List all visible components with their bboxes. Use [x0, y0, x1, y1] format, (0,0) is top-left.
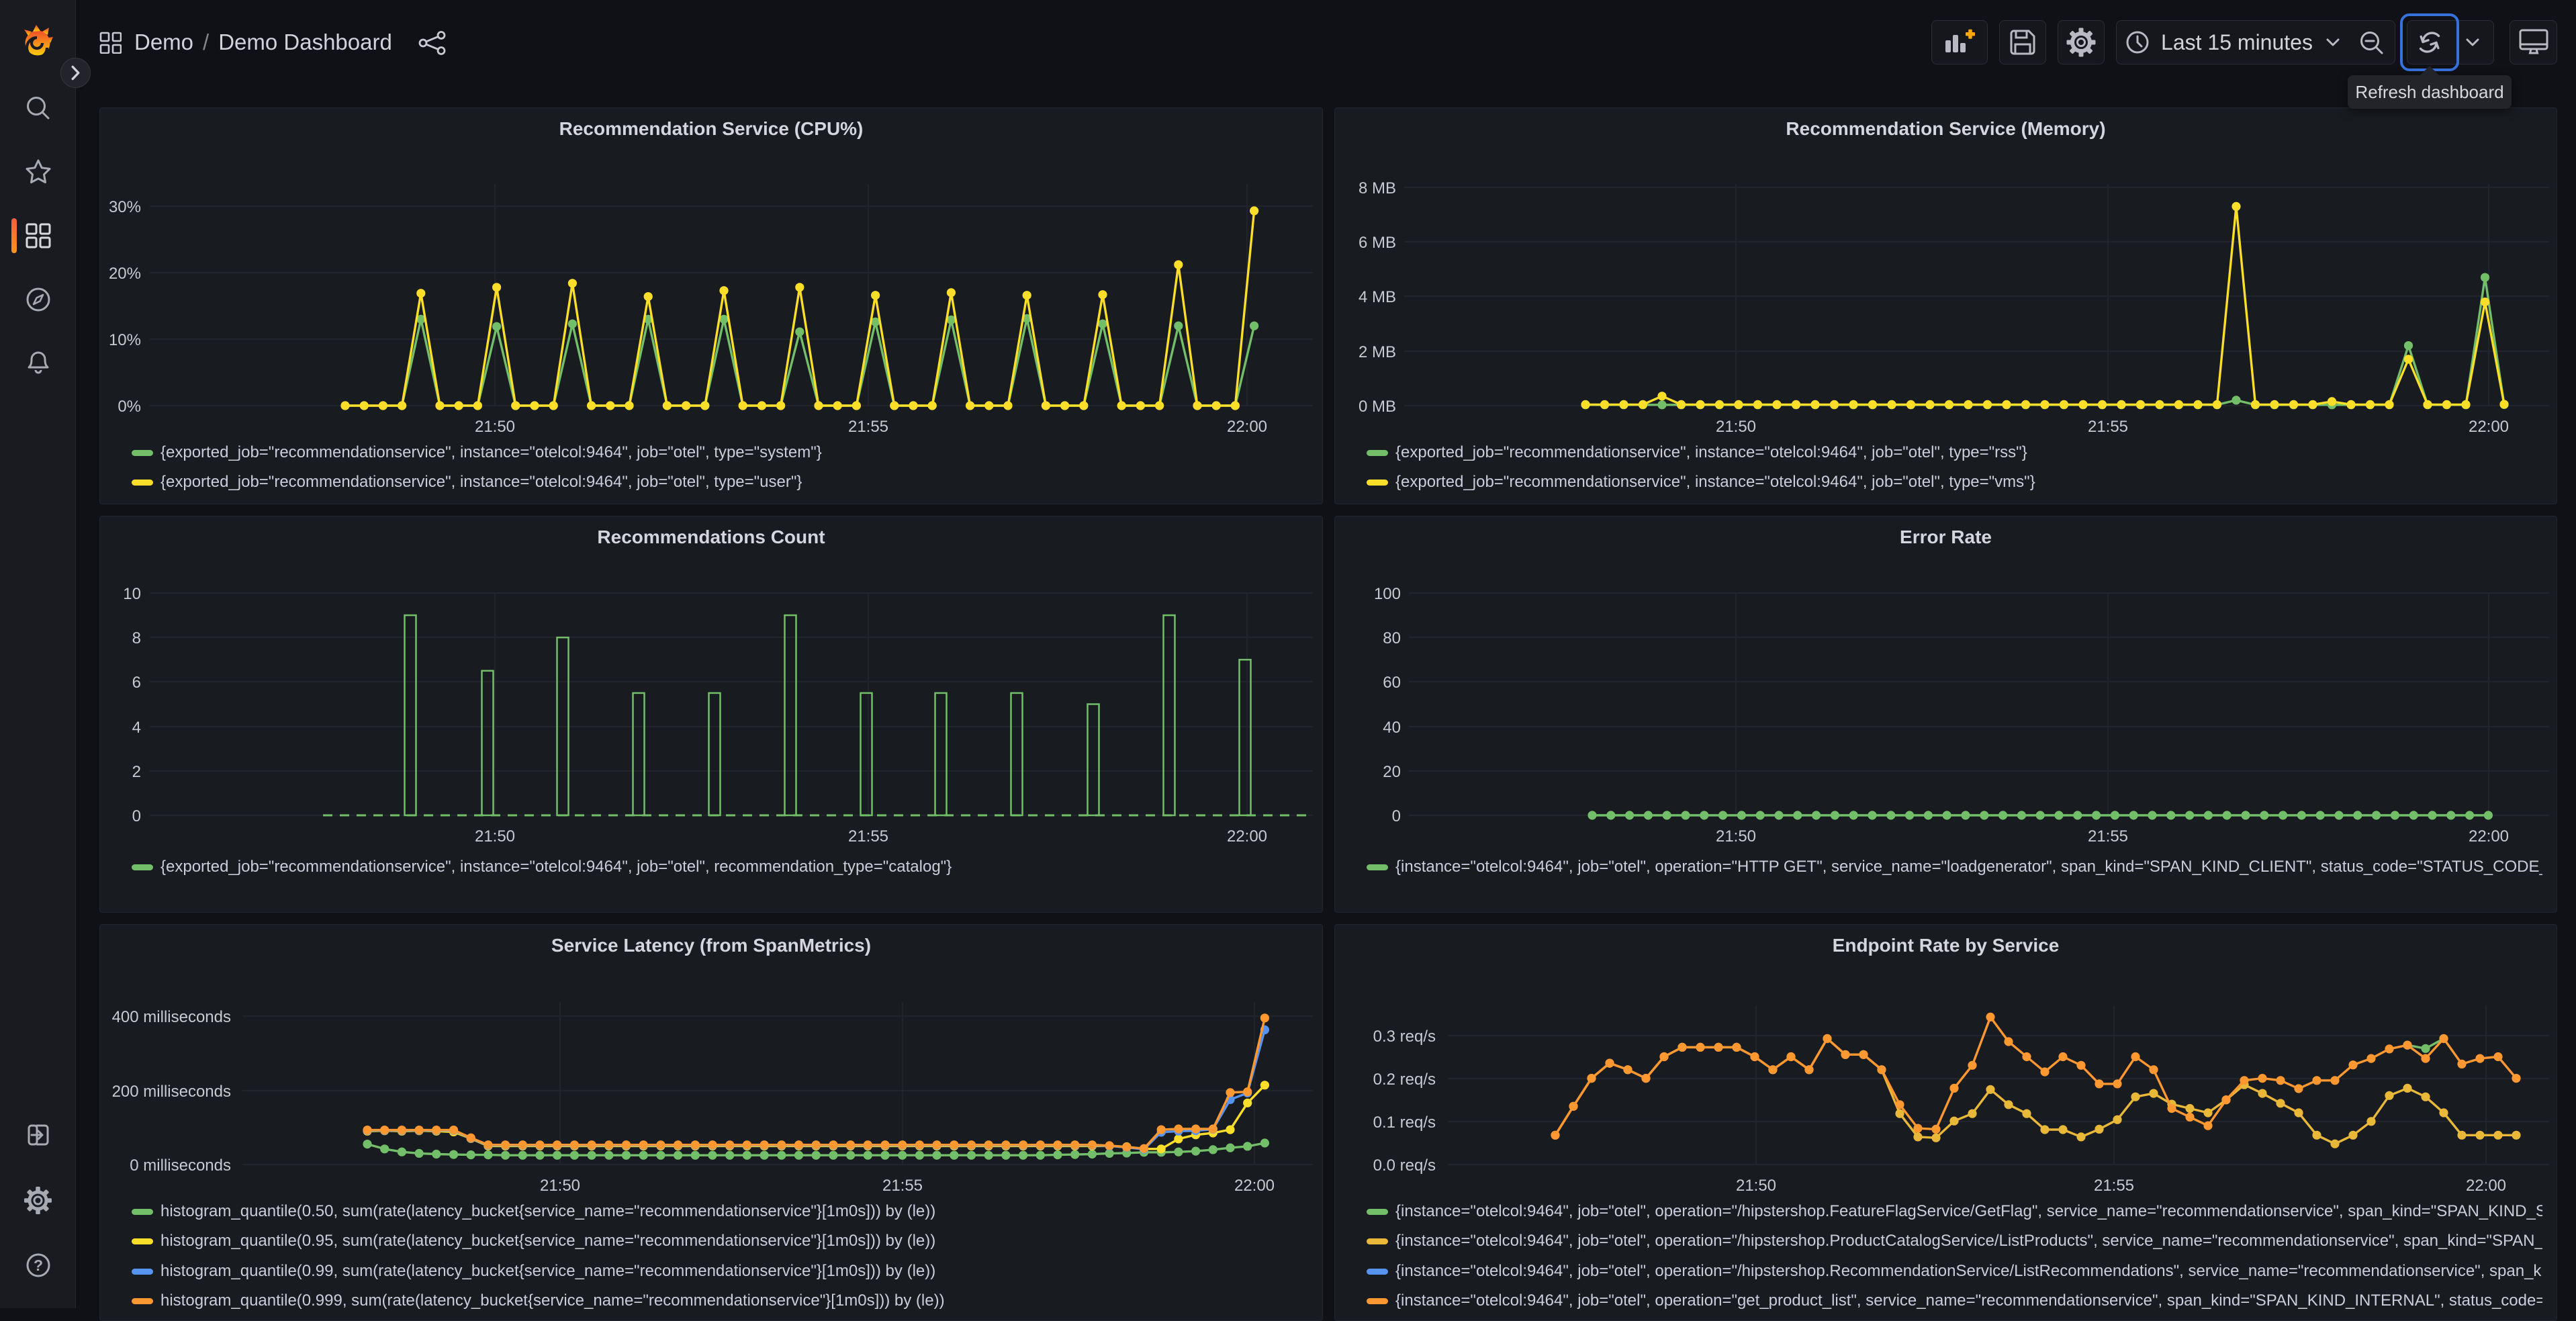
svg-text:21:55: 21:55 — [2088, 418, 2128, 436]
svg-text:22:00: 22:00 — [1234, 1177, 1275, 1195]
svg-text:22:00: 22:00 — [2469, 827, 2509, 846]
svg-text:10%: 10% — [109, 331, 141, 349]
svg-text:8: 8 — [132, 629, 141, 647]
svg-text:22:00: 22:00 — [1227, 418, 1267, 436]
svg-text:8 MB: 8 MB — [1359, 179, 1396, 197]
svg-text:21:55: 21:55 — [2094, 1177, 2134, 1195]
svg-text:4: 4 — [132, 719, 141, 737]
svg-text:100: 100 — [1374, 585, 1401, 603]
svg-text:21:55: 21:55 — [848, 418, 888, 436]
svg-text:30%: 30% — [109, 198, 141, 216]
svg-text:6: 6 — [132, 674, 141, 692]
svg-text:40: 40 — [1383, 719, 1401, 737]
svg-text:0%: 0% — [118, 398, 141, 416]
svg-text:21:50: 21:50 — [475, 827, 515, 846]
svg-text:21:55: 21:55 — [2088, 827, 2128, 846]
svg-text:0.0 req/s: 0.0 req/s — [1373, 1156, 1436, 1175]
svg-text:60: 60 — [1383, 674, 1401, 692]
svg-text:0: 0 — [132, 807, 141, 825]
svg-text:21:50: 21:50 — [1716, 418, 1756, 436]
svg-text:0.1 req/s: 0.1 req/s — [1373, 1113, 1436, 1132]
svg-text:6 MB: 6 MB — [1359, 234, 1396, 252]
svg-text:21:50: 21:50 — [475, 418, 515, 436]
svg-text:0 MB: 0 MB — [1359, 398, 1396, 416]
svg-text:2: 2 — [132, 763, 141, 781]
svg-text:10: 10 — [123, 585, 141, 603]
svg-text:0 milliseconds: 0 milliseconds — [130, 1156, 231, 1175]
svg-text:21:50: 21:50 — [1716, 827, 1756, 846]
svg-text:200 milliseconds: 200 milliseconds — [112, 1083, 231, 1101]
svg-text:?: ? — [33, 1257, 42, 1274]
svg-text:22:00: 22:00 — [1227, 827, 1267, 846]
svg-text:22:00: 22:00 — [2469, 418, 2509, 436]
svg-text:80: 80 — [1383, 629, 1401, 647]
svg-text:4 MB: 4 MB — [1359, 288, 1396, 306]
svg-text:0.3 req/s: 0.3 req/s — [1373, 1028, 1436, 1046]
svg-text:0.2 req/s: 0.2 req/s — [1373, 1071, 1436, 1089]
svg-text:400 milliseconds: 400 milliseconds — [112, 1008, 231, 1026]
svg-text:21:50: 21:50 — [540, 1177, 580, 1195]
svg-text:20%: 20% — [109, 265, 141, 283]
svg-text:21:55: 21:55 — [882, 1177, 923, 1195]
svg-text:21:50: 21:50 — [1736, 1177, 1776, 1195]
svg-text:22:00: 22:00 — [2466, 1177, 2506, 1195]
svg-text:20: 20 — [1383, 763, 1401, 781]
svg-text:2 MB: 2 MB — [1359, 343, 1396, 361]
svg-text:21:55: 21:55 — [848, 827, 888, 846]
svg-text:0: 0 — [1392, 807, 1401, 825]
